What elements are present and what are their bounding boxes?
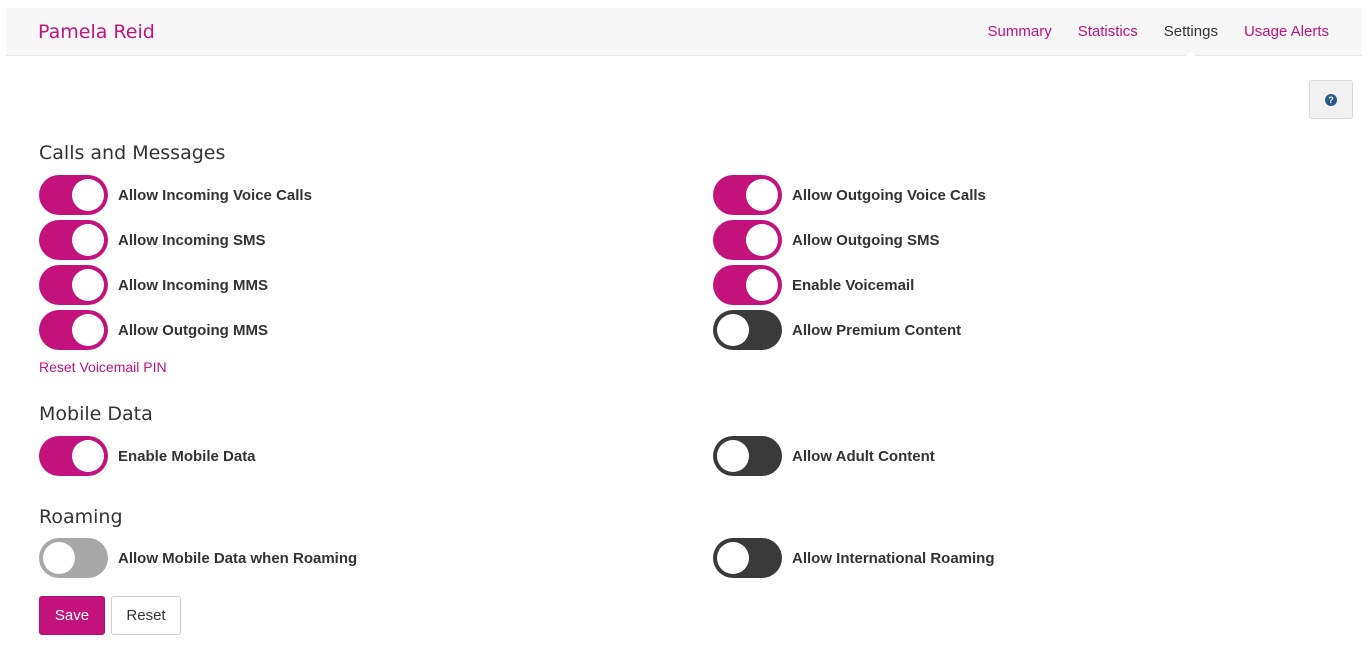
toggle-label: Allow Mobile Data when Roaming <box>118 549 358 567</box>
incoming-voice-toggle[interactable] <box>39 175 108 215</box>
toggle-knob <box>72 314 104 346</box>
section-title-mobile-data: Mobile Data <box>39 403 153 425</box>
toggle-knob <box>717 314 749 346</box>
toggle-label: Allow Premium Content <box>792 321 962 339</box>
top-navbar: Pamela Reid Summary Statistics Settings … <box>6 8 1362 57</box>
toggle-label: Allow Outgoing Voice Calls <box>792 186 986 204</box>
toggle-label: Allow Incoming Voice Calls <box>118 186 312 204</box>
toggle-label: Allow International Roaming <box>792 549 995 567</box>
toggle-knob <box>717 440 749 472</box>
toggle-row-incoming-mms: Allow Incoming MMS <box>39 265 268 305</box>
international-roaming-toggle[interactable] <box>713 538 782 578</box>
tab-usage-alerts[interactable]: Usage Alerts <box>1231 8 1342 56</box>
reset-voicemail-pin-link[interactable]: Reset Voicemail PIN <box>39 359 167 375</box>
toggle-row-voicemail: Enable Voicemail <box>713 265 914 305</box>
toggle-row-incoming-sms: Allow Incoming SMS <box>39 220 266 260</box>
toggle-knob <box>72 224 104 256</box>
save-button[interactable]: Save <box>39 596 105 635</box>
outgoing-sms-toggle[interactable] <box>713 220 782 260</box>
toggle-row-data-roaming: Allow Mobile Data when Roaming <box>39 538 357 578</box>
toggle-knob <box>72 440 104 472</box>
data-roaming-toggle[interactable] <box>39 538 108 578</box>
adult-content-toggle[interactable] <box>713 436 782 476</box>
toggle-row-outgoing-sms: Allow Outgoing SMS <box>713 220 939 260</box>
section-title-calls: Calls and Messages <box>39 142 226 164</box>
toggle-row-international-roaming: Allow International Roaming <box>713 538 995 578</box>
toggle-knob <box>717 542 749 574</box>
reset-button[interactable]: Reset <box>111 596 181 635</box>
toggle-label: Enable Voicemail <box>792 276 915 294</box>
toggle-knob <box>43 542 75 574</box>
outgoing-mms-toggle[interactable] <box>39 310 108 350</box>
toggle-label: Allow Outgoing MMS <box>118 321 268 339</box>
incoming-sms-toggle[interactable] <box>39 220 108 260</box>
toggle-row-incoming-voice: Allow Incoming Voice Calls <box>39 175 312 215</box>
toggle-row-premium-content: Allow Premium Content <box>713 310 961 350</box>
toggle-label: Enable Mobile Data <box>118 447 256 465</box>
toggle-knob <box>72 179 104 211</box>
section-title-roaming: Roaming <box>39 506 123 528</box>
toggle-label: Allow Incoming SMS <box>118 231 266 249</box>
toggle-knob <box>72 269 104 301</box>
toggle-knob <box>746 269 778 301</box>
tab-summary[interactable]: Summary <box>975 8 1065 56</box>
outgoing-voice-toggle[interactable] <box>713 175 782 215</box>
toggle-row-outgoing-voice: Allow Outgoing Voice Calls <box>713 175 986 215</box>
toggle-row-mobile-data: Enable Mobile Data <box>39 436 256 476</box>
help-button[interactable]: ? <box>1309 80 1353 119</box>
account-name: Pamela Reid <box>38 21 155 43</box>
question-circle-icon: ? <box>1325 93 1337 106</box>
toggle-row-outgoing-mms: Allow Outgoing MMS <box>39 310 268 350</box>
nav-tabs: Summary Statistics Settings Usage Alerts <box>975 8 1342 57</box>
tab-settings[interactable]: Settings <box>1151 8 1231 57</box>
tab-statistics[interactable]: Statistics <box>1065 8 1151 56</box>
toggle-label: Allow Adult Content <box>792 447 935 465</box>
premium-content-toggle[interactable] <box>713 310 782 350</box>
toggle-knob <box>746 224 778 256</box>
mobile-data-toggle[interactable] <box>39 436 108 476</box>
toggle-knob <box>746 179 778 211</box>
incoming-mms-toggle[interactable] <box>39 265 108 305</box>
toggle-label: Allow Incoming MMS <box>118 276 268 294</box>
voicemail-toggle[interactable] <box>713 265 782 305</box>
toggle-label: Allow Outgoing SMS <box>792 231 940 249</box>
toggle-row-adult-content: Allow Adult Content <box>713 436 935 476</box>
